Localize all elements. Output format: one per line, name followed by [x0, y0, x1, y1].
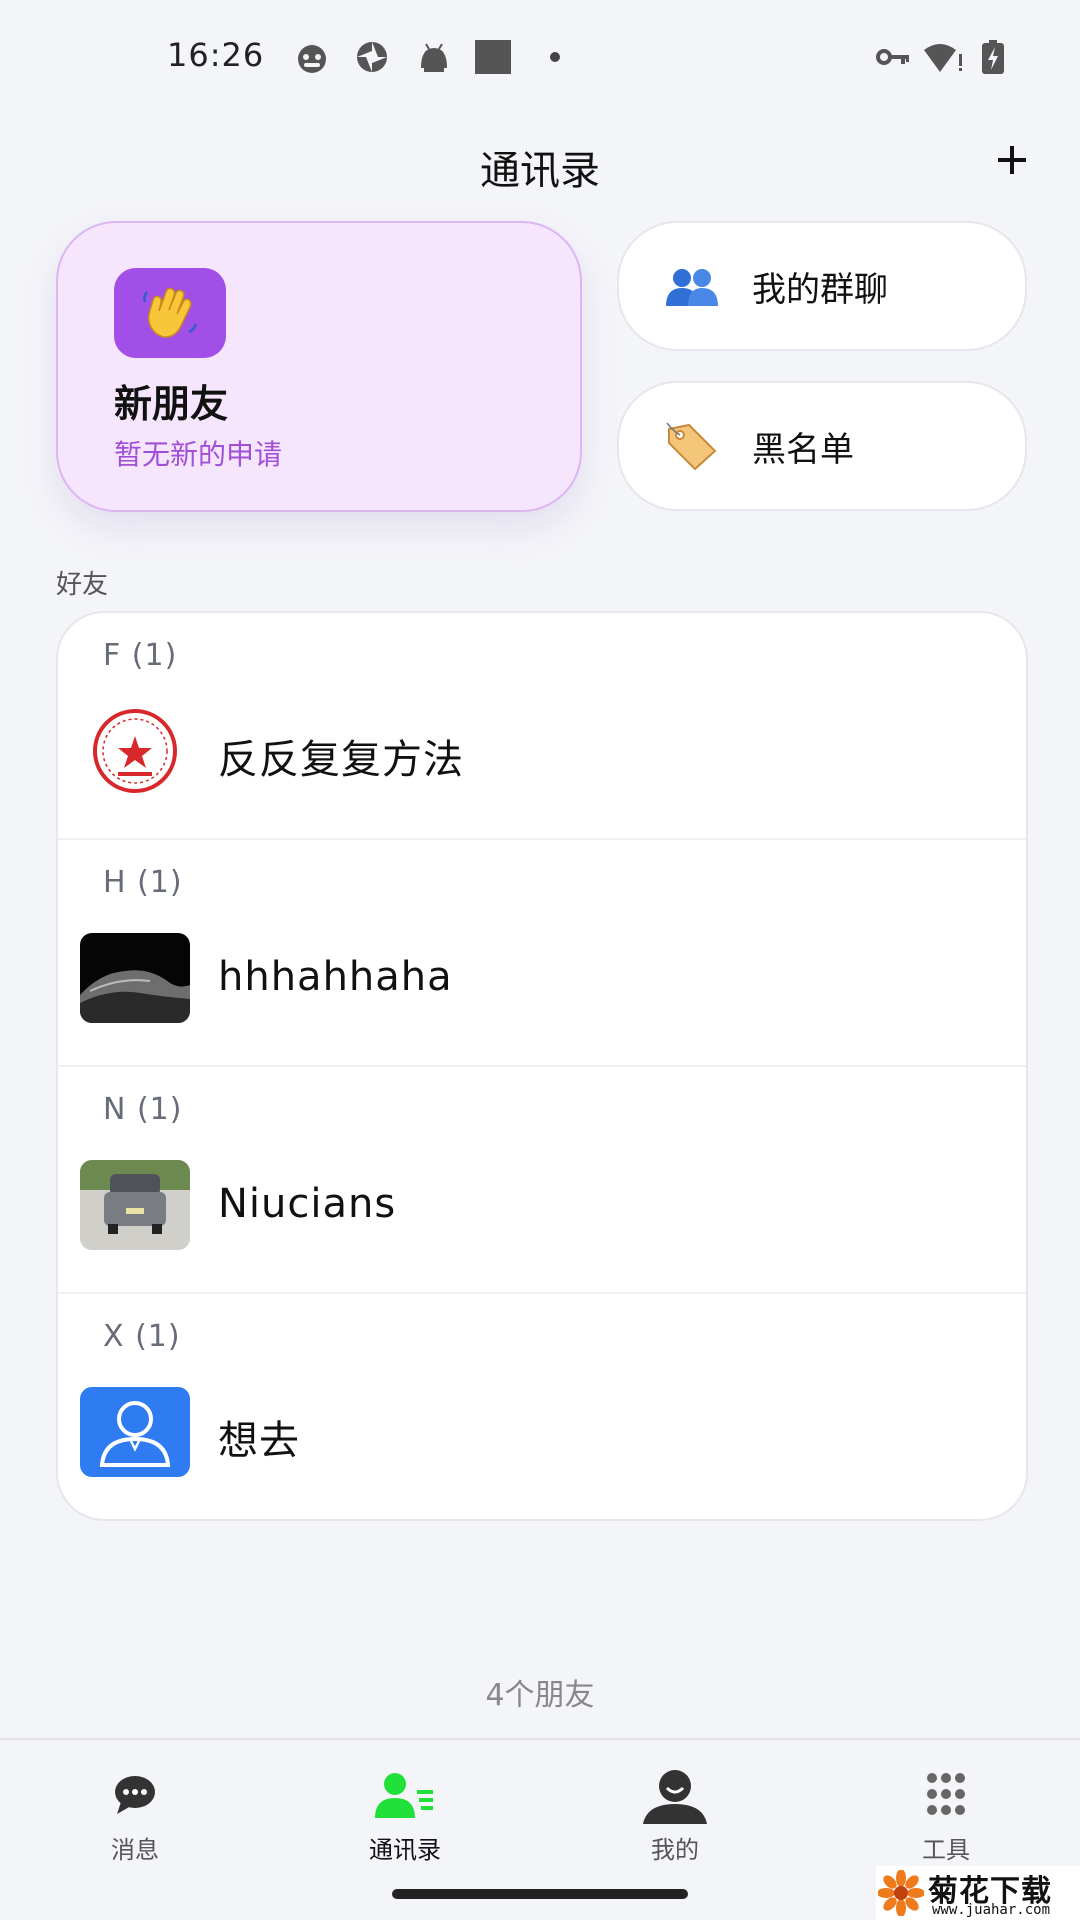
tab-profile[interactable]: 我的 — [605, 1766, 745, 1876]
wifi-alert-icon — [924, 44, 962, 72]
vpn-key-icon — [876, 49, 909, 65]
new-friends-subtitle: 暂无新的申请 — [114, 438, 283, 471]
nav-label: 我的 — [651, 1836, 699, 1864]
contact-name: 想去 — [218, 1418, 300, 1464]
friend-count: 4个朋友 — [485, 1678, 595, 1713]
page-title: 通讯录 — [480, 148, 600, 194]
square-icon — [475, 40, 511, 74]
nav-label: 通讯录 — [369, 1836, 441, 1864]
new-friends-card[interactable]: 新朋友 暂无新的申请 — [56, 221, 582, 512]
contact-name: Niucians — [218, 1181, 397, 1227]
tab-tools[interactable]: 工具 — [876, 1766, 1016, 1876]
blacklist-button[interactable]: 黑名单 — [617, 381, 1027, 511]
group-letter: X (1) — [103, 1319, 181, 1354]
my-groups-label: 我的群聊 — [752, 269, 888, 310]
car-photo-avatar — [80, 1160, 190, 1250]
friend-group-h: H (1) hhhahhaha — [58, 840, 1026, 1067]
nav-label: 工具 — [922, 1836, 970, 1864]
plus-icon[interactable] — [984, 132, 1040, 188]
watermark: 菊花下载网 www.juahar.com — [876, 1866, 1080, 1920]
home-indicator[interactable] — [392, 1889, 688, 1899]
dark-landscape-avatar — [80, 933, 190, 1023]
battery-charging-icon — [982, 40, 1004, 74]
blacklist-label: 黑名单 — [752, 429, 854, 470]
contacts-icon — [375, 1773, 433, 1818]
dot-icon — [550, 52, 560, 62]
android-icon — [421, 43, 447, 72]
friend-group-f: F (1) 反反复复方法 — [58, 613, 1026, 840]
flower-logo-icon — [878, 1870, 924, 1916]
friend-group-n: N (1) Niucians — [58, 1067, 1026, 1294]
contact-row[interactable]: 想去 — [58, 1374, 1026, 1504]
group-letter: H (1) — [103, 865, 183, 900]
chat-bubble-icon — [115, 1776, 155, 1814]
tab-contacts[interactable]: 通讯录 — [335, 1766, 475, 1876]
tag-icon — [664, 421, 720, 471]
profile-icon — [643, 1770, 707, 1824]
status-time: 16:26 — [167, 36, 265, 74]
status-bar: 16:26 — [0, 0, 1080, 110]
group-letter: F (1) — [103, 638, 178, 673]
group-letter: N (1) — [103, 1092, 183, 1127]
tab-messages[interactable]: 消息 — [65, 1766, 205, 1876]
friends-section-label: 好友 — [56, 570, 109, 600]
grid-dots-icon — [927, 1773, 965, 1815]
header: 通讯录 — [0, 120, 1080, 200]
cat-face-icon — [298, 45, 326, 73]
waving-hand-icon — [143, 287, 198, 338]
default-person-avatar — [80, 1387, 190, 1477]
nav-label: 消息 — [111, 1836, 159, 1864]
two-people-icon — [664, 261, 720, 311]
friends-list: F (1) 反反复复方法 H (1) hhhahhaha N (1) Niuci… — [56, 611, 1028, 1521]
red-seal-avatar — [80, 706, 190, 796]
contact-row[interactable]: 反反复复方法 — [58, 693, 1026, 823]
friend-group-x: X (1) 想去 — [58, 1294, 1026, 1519]
new-friends-icon-box — [114, 268, 226, 358]
contact-name: 反反复复方法 — [218, 737, 464, 783]
watermark-url: www.juahar.com — [932, 1902, 1051, 1918]
contact-name: hhhahhaha — [218, 954, 453, 1000]
aperture-icon — [357, 42, 387, 72]
contact-row[interactable]: hhhahhaha — [58, 920, 1026, 1050]
new-friends-title: 新朋友 — [114, 382, 229, 426]
contact-row[interactable]: Niucians — [58, 1147, 1026, 1277]
my-groups-button[interactable]: 我的群聊 — [617, 221, 1027, 351]
